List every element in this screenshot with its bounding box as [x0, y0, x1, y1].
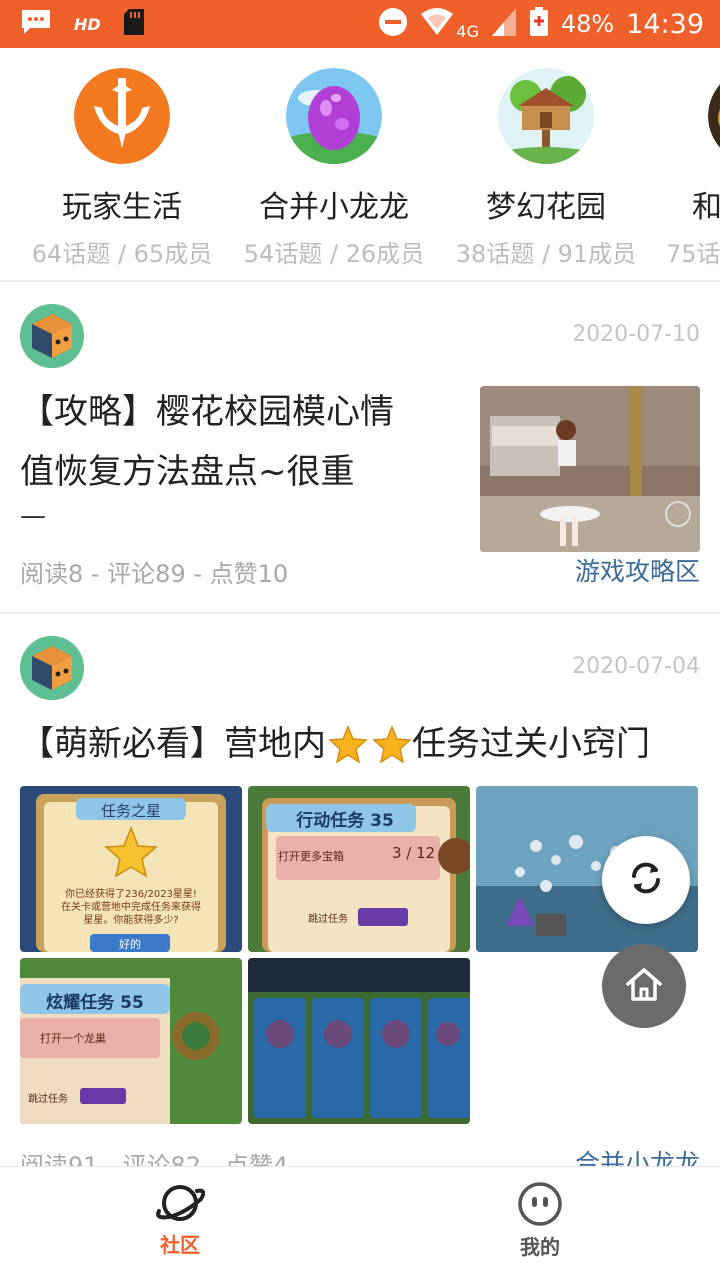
divider [0, 612, 720, 614]
bottom-nav: 社区 我的 [0, 1166, 720, 1280]
post-meta: 阅读8 - 评论89 - 点赞10 [20, 560, 289, 588]
post-image[interactable] [248, 958, 470, 1124]
community-carousel[interactable]: 玩家生活 64话题 / 65成员 合并小龙龙 54话题 / 26成员 梦幻花园 … [0, 48, 720, 280]
tab-label: 社区 [160, 1233, 200, 1257]
refresh-button[interactable] [602, 836, 690, 924]
community-stats: 64话题 / 65成员 [31, 240, 213, 268]
post-board-link[interactable]: 游戏攻略区 [575, 552, 700, 588]
battery-icon [529, 7, 549, 41]
battery-level: 48% [560, 10, 615, 38]
community-stats: 75话 [666, 240, 720, 268]
community-item-player-life[interactable]: 玩家生活 64话题 / 65成员 [22, 68, 222, 269]
avatar[interactable] [20, 636, 84, 700]
community-stats: 38话题 / 91成员 [455, 240, 637, 268]
treehouse-icon [498, 68, 594, 164]
avatar[interactable] [20, 304, 84, 368]
star-icon [372, 724, 412, 764]
community-name: 和 [692, 190, 720, 225]
post-date: 2020-07-04 [572, 654, 700, 679]
planet-icon [155, 1181, 206, 1225]
sword-emblem-icon [74, 68, 170, 164]
community-stats: 54话题 / 26成员 [243, 240, 425, 268]
post-title-suffix: 任务过关小窍门 [412, 724, 650, 764]
post-image[interactable]: 行动任务 35 打开更多宝箱 3 / 12 跳过任务 [248, 786, 470, 952]
post-image[interactable]: 任务之星 你已经获得了236/2023星星! 在关卡或营地中完成任务来获得星星。… [20, 786, 242, 952]
community-item-partial[interactable]: 和 75话 [658, 68, 720, 269]
dragon-egg-icon [286, 68, 382, 164]
hd-indicator: HD [74, 14, 101, 34]
image-caption: 打开一个龙巢 [40, 1032, 106, 1045]
message-icon [20, 8, 52, 40]
image-caption: 3 / 12 [392, 844, 436, 862]
wifi-icon [420, 8, 454, 40]
signal-icon [491, 7, 517, 41]
image-caption: 打开更多宝箱 [278, 850, 344, 863]
status-bar: HD 4G 48% 14:39 [0, 0, 720, 48]
image-caption: 好的 [119, 938, 141, 951]
post-image[interactable]: 炫耀任务 55 打开一个龙巢 跳过任务 [20, 958, 242, 1124]
community-name: 梦幻花园 [486, 190, 606, 225]
tab-mine[interactable]: 我的 [480, 1181, 600, 1260]
community-name: 合并小龙龙 [259, 190, 409, 225]
post-title-line[interactable]: — [20, 486, 46, 546]
image-caption: 跳过任务 [28, 1094, 68, 1105]
community-item-merge-dragons[interactable]: 合并小龙龙 54话题 / 26成员 [234, 68, 434, 269]
home-icon [622, 962, 666, 1010]
community-item-dream-garden[interactable]: 梦幻花园 38话题 / 91成员 [446, 68, 646, 269]
post-title-prefix: 【萌新必看】营地内 [20, 724, 326, 764]
clock: 14:39 [626, 8, 704, 40]
post-thumbnail[interactable] [480, 386, 700, 552]
post-title-line[interactable]: 【攻略】樱花校园模心情 [20, 382, 394, 442]
divider [0, 280, 720, 282]
image-caption: 你已经获得了236/2023星星! 在关卡或营地中完成任务来获得星星。你能获得多… [61, 889, 201, 926]
image-caption: 炫耀任务 55 [46, 993, 144, 1013]
game-cover-icon [708, 68, 720, 164]
post-title[interactable]: 【萌新必看】营地内 任务过关小窍门 [20, 714, 650, 774]
network-type: 4G [456, 21, 479, 41]
star-icon [328, 724, 368, 764]
refresh-icon [624, 856, 668, 904]
community-name: 玩家生活 [62, 190, 182, 225]
smiley-face-icon [517, 1181, 563, 1227]
sd-card-icon [123, 8, 145, 40]
do-not-disturb-icon [378, 7, 408, 41]
post-date: 2020-07-10 [572, 322, 700, 347]
image-caption: 跳过任务 [308, 914, 348, 925]
image-caption: 任务之星 [100, 802, 161, 820]
home-button[interactable] [602, 944, 686, 1028]
post-title-line[interactable]: 值恢复方法盘点~很重 [20, 442, 355, 502]
image-caption: 行动任务 35 [296, 811, 394, 831]
tab-community[interactable]: 社区 [120, 1181, 240, 1258]
tab-label: 我的 [520, 1235, 560, 1259]
